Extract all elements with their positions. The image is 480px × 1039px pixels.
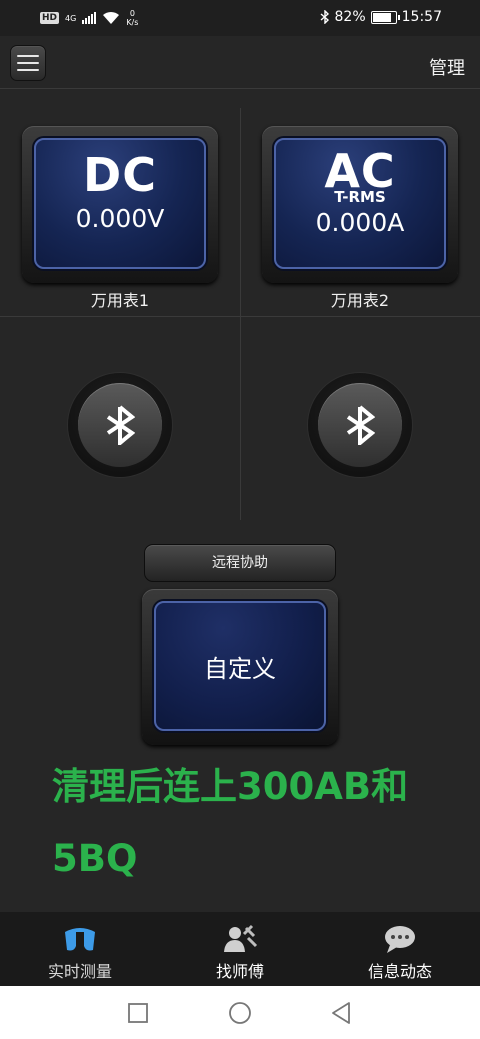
nav-label: 实时测量: [47, 962, 112, 981]
multimeter-icon: [65, 928, 95, 952]
custom-tile[interactable]: 自定义: [142, 589, 338, 745]
battery-icon: [370, 10, 400, 24]
chat-bubble-icon: [385, 926, 415, 953]
system-nav-bar: [0, 986, 480, 1039]
status-right: 82% 15:57: [320, 9, 442, 25]
nav-label: 信息动态: [367, 962, 432, 981]
meter-display: DC 0.000V: [34, 138, 206, 269]
bottom-nav: 实时测量 找师傅 信息动态: [0, 912, 480, 986]
hamburger-menu-icon: [17, 55, 39, 57]
meter-display: AC T-RMS 0.000A: [274, 138, 446, 269]
bluetooth-status-icon: [320, 10, 329, 24]
multimeter-1-tile[interactable]: DC 0.000V: [22, 126, 218, 283]
nav-label: 找师傅: [215, 962, 264, 981]
meter-sub-label: T-RMS: [334, 188, 386, 206]
meter-label: 万用表2: [330, 291, 390, 310]
recent-apps-icon[interactable]: [127, 1002, 149, 1024]
network-speed: 0 K/s: [126, 9, 138, 27]
bluetooth-button-2[interactable]: [308, 373, 412, 477]
custom-label: 自定义: [154, 601, 326, 731]
nav-find-technician[interactable]: 找师傅: [160, 912, 320, 986]
nav-realtime-measure[interactable]: 实时测量: [0, 912, 160, 986]
wifi-icon: [103, 11, 120, 24]
annotation-line-2: 5BQ: [52, 837, 138, 880]
meter-value: 0.000A: [315, 208, 405, 237]
bluetooth-button-1[interactable]: [68, 373, 172, 477]
meter-label: 万用表1: [90, 291, 150, 310]
annotation-line-1: 清理后连上300AB和: [52, 765, 409, 808]
home-icon[interactable]: [228, 1001, 252, 1025]
divider: [240, 108, 241, 520]
network-type: 4G: [65, 13, 77, 23]
status-bar: HD 4G 0 K/s 82% 15:57: [0, 0, 480, 36]
battery-percent: 82%: [334, 9, 366, 25]
manage-button[interactable]: 管理: [429, 54, 465, 80]
back-icon[interactable]: [330, 1001, 352, 1025]
meter-value: 0.000V: [75, 204, 165, 233]
clock: 15:57: [401, 9, 442, 25]
technician-icon: [224, 924, 258, 952]
menu-button[interactable]: [10, 45, 46, 81]
bluetooth-icon: [106, 405, 135, 445]
nav-news[interactable]: 信息动态: [320, 912, 480, 986]
speed-unit: K/s: [126, 18, 139, 27]
divider: [0, 88, 480, 89]
bluetooth-icon: [346, 405, 375, 445]
status-left: HD 4G 0 K/s: [40, 9, 138, 27]
speed-value: 0: [129, 9, 135, 18]
hd-icon: HD: [40, 12, 60, 24]
meter-mode: DC: [83, 148, 157, 202]
multimeter-2-tile[interactable]: AC T-RMS 0.000A: [262, 126, 458, 283]
remote-assist-button[interactable]: 远程协助: [144, 544, 336, 582]
signal-icon: [82, 12, 97, 24]
